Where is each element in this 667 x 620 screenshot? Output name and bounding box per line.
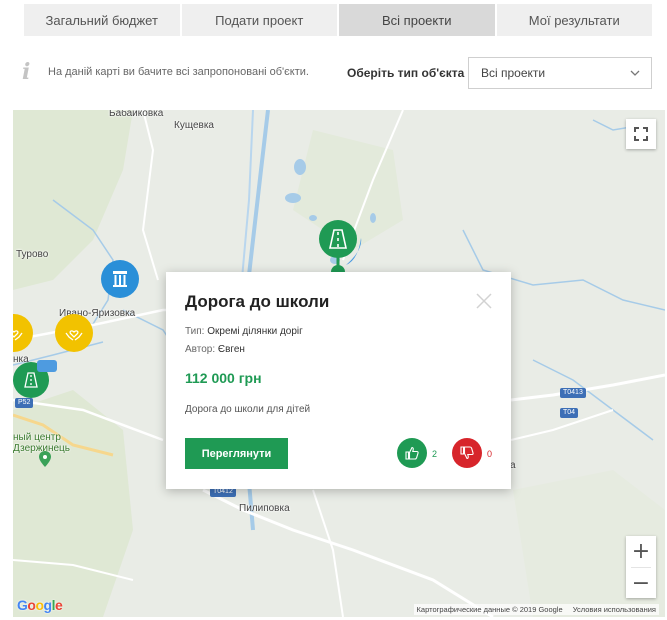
marker-road-selected[interactable]	[319, 220, 357, 280]
popup-title: Дорога до школи	[185, 292, 330, 311]
info-icon: i	[22, 59, 31, 85]
popup-type-label: Тип:	[185, 326, 205, 337]
object-type-select[interactable]: Всі проекти	[468, 57, 652, 89]
popup-author-value: Євген	[217, 344, 245, 355]
tab-bar: Загальний бюджет Подати проект Всі проек…	[24, 4, 652, 36]
hands-heart-icon	[65, 330, 83, 341]
place-center: ный центр	[13, 432, 61, 443]
popup-author-label: Автор:	[185, 344, 216, 355]
dislike-count: 0	[487, 449, 493, 459]
project-popup: Дорога до школи Тип: Окремі ділянки дорі…	[166, 272, 511, 489]
zoom-control: + −	[626, 536, 656, 598]
marker-landmark[interactable]	[101, 260, 139, 298]
zoom-in-button[interactable]: +	[626, 536, 656, 567]
tab-general-budget[interactable]: Загальний бюджет	[24, 4, 180, 36]
zoom-out-button[interactable]: −	[626, 568, 656, 599]
popup-type: Тип: Окремі ділянки доріг	[185, 326, 303, 337]
road-icon	[24, 372, 38, 388]
place-pin-icon	[39, 451, 51, 467]
popup-author: Автор: Євген	[185, 344, 245, 355]
like-count: 2	[432, 449, 438, 459]
place-turovo: Турово	[16, 249, 49, 260]
popup-price: 112 000 грн	[185, 370, 262, 386]
popup-description: Дорога до школи для дітей	[185, 404, 311, 415]
tab-my-results[interactable]: Мої результати	[496, 4, 652, 36]
tab-submit-project[interactable]: Подати проект	[181, 4, 337, 36]
view-project-button[interactable]: Переглянути	[185, 438, 288, 469]
place-pylypivka: Пилиповка	[239, 503, 290, 514]
close-icon[interactable]	[475, 292, 493, 310]
thumbs-up-icon	[405, 446, 419, 460]
road-badge-t0413: T0413	[560, 388, 586, 398]
terms-link[interactable]: Условия использования	[573, 605, 656, 614]
object-type-label: Оберіть тип об'єкта	[347, 66, 465, 80]
marker-social[interactable]	[55, 314, 93, 352]
fullscreen-icon	[634, 127, 648, 141]
tab-all-projects[interactable]: Всі проекти	[339, 4, 495, 36]
info-text: На даній карті ви бачите всі запропонова…	[48, 66, 309, 78]
map-data-credit: Картографические данные © 2019 Google	[416, 605, 563, 614]
google-logo: Google	[17, 597, 63, 613]
thumbs-down-icon	[460, 446, 474, 460]
place-babaykovka: Бабайковка	[109, 110, 164, 119]
map-attribution: Картографические данные © 2019 Google Ус…	[413, 604, 659, 615]
selected-pin-icon	[319, 220, 357, 279]
chevron-down-icon	[630, 70, 640, 76]
dislike-button[interactable]	[452, 438, 482, 468]
water-patch	[37, 360, 57, 372]
popup-type-value: Окремі ділянки доріг	[207, 326, 303, 337]
fullscreen-button[interactable]	[626, 119, 656, 149]
like-button[interactable]	[397, 438, 427, 468]
column-icon	[113, 271, 127, 287]
road-badge-t04: T04	[560, 408, 579, 418]
place-kushchevka: Кущевка	[174, 120, 214, 131]
object-type-selected: Всі проекти	[481, 66, 546, 80]
road-badge-p52: P52	[15, 398, 34, 408]
hands-heart-icon	[13, 330, 23, 341]
